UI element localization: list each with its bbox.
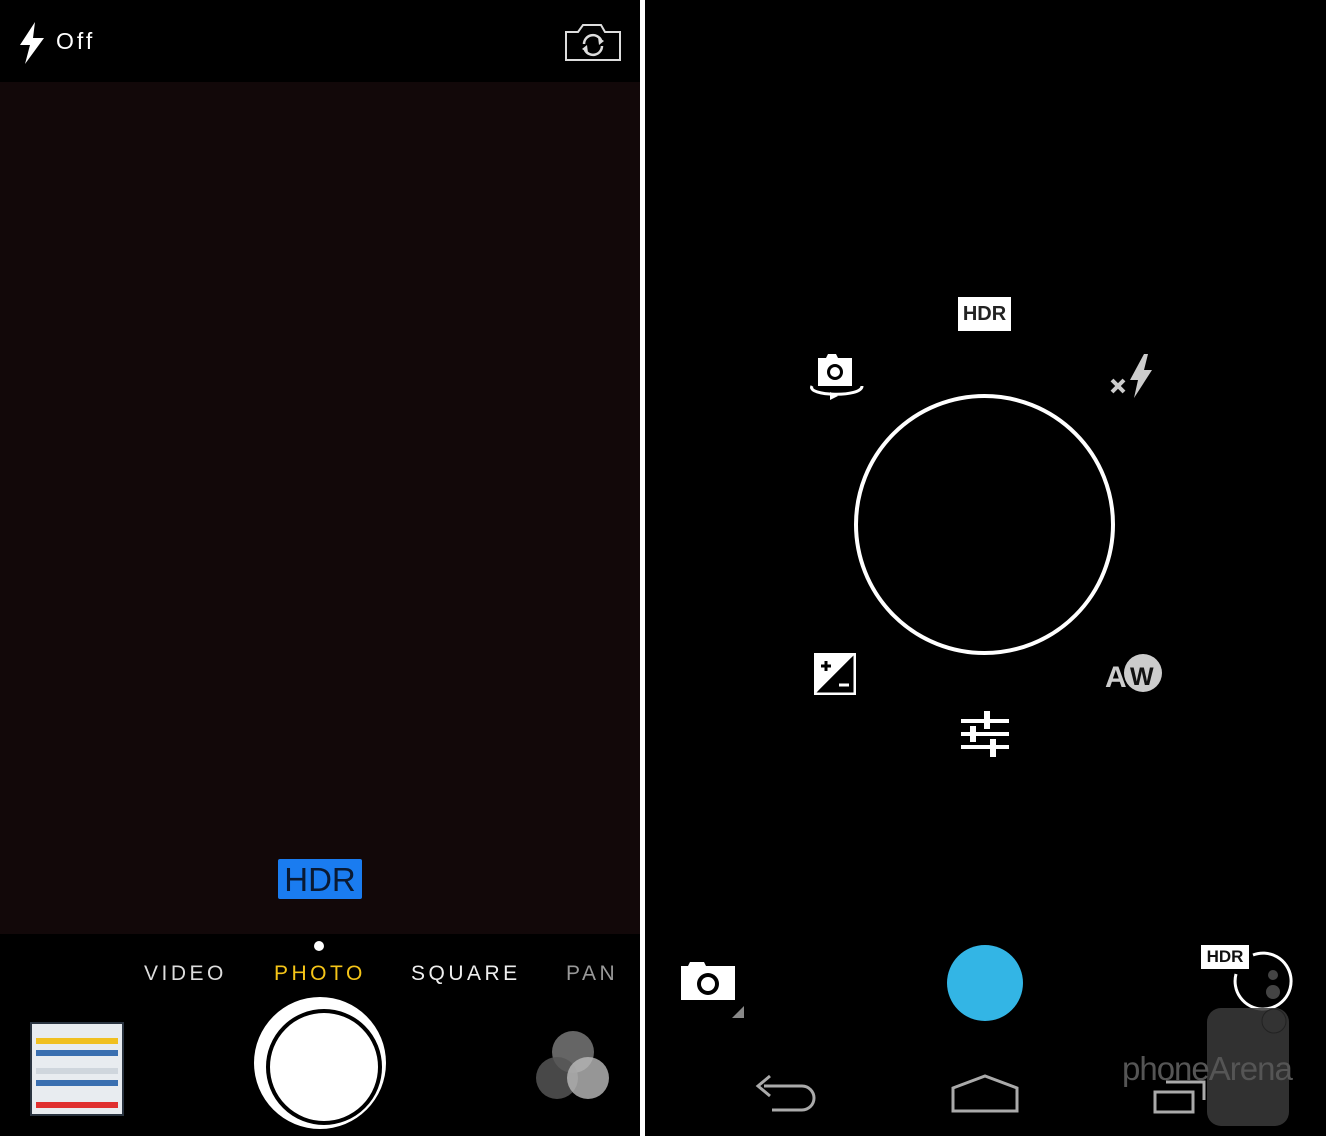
back-icon[interactable]	[754, 1074, 818, 1114]
svg-text:W: W	[1130, 663, 1154, 691]
viewfinder[interactable]	[0, 82, 640, 934]
flash-off-icon[interactable]	[1108, 354, 1158, 398]
white-balance-icon[interactable]: A W	[1105, 653, 1163, 693]
camera-switch-icon[interactable]	[806, 352, 866, 402]
filters-icon[interactable]	[534, 1030, 612, 1102]
home-icon[interactable]	[950, 1074, 1020, 1114]
photo-thumbnail[interactable]	[30, 1022, 124, 1116]
mode-square[interactable]: SQUARE	[411, 962, 521, 986]
exposure-icon[interactable]	[814, 653, 856, 695]
flash-icon[interactable]	[18, 22, 46, 64]
settings-sliders-icon[interactable]	[960, 709, 1010, 759]
camera-switch-icon[interactable]	[564, 22, 622, 62]
mode-video[interactable]: VIDEO	[144, 962, 227, 986]
pie-menu-ring[interactable]	[854, 394, 1115, 655]
camera-mode-icon[interactable]	[680, 960, 746, 1020]
mode-indicator-dot	[314, 941, 324, 951]
hdr-badge[interactable]: HDR	[278, 859, 362, 899]
hdr-toggle[interactable]: HDR	[958, 297, 1011, 331]
svg-text:A: A	[1105, 661, 1127, 693]
flash-mode-label[interactable]: Off	[56, 28, 95, 55]
recents-icon[interactable]	[1152, 1076, 1218, 1116]
watermark-phone-graphic	[1207, 951, 1293, 1126]
mode-photo[interactable]: PHOTO	[274, 962, 366, 986]
shutter-button[interactable]	[254, 997, 386, 1129]
ios-camera-screen: Off HDR VIDEO PHOTO SQUARE PANO	[0, 0, 640, 1136]
shutter-button[interactable]	[947, 945, 1023, 1021]
mode-pano[interactable]: PANO	[566, 962, 616, 986]
